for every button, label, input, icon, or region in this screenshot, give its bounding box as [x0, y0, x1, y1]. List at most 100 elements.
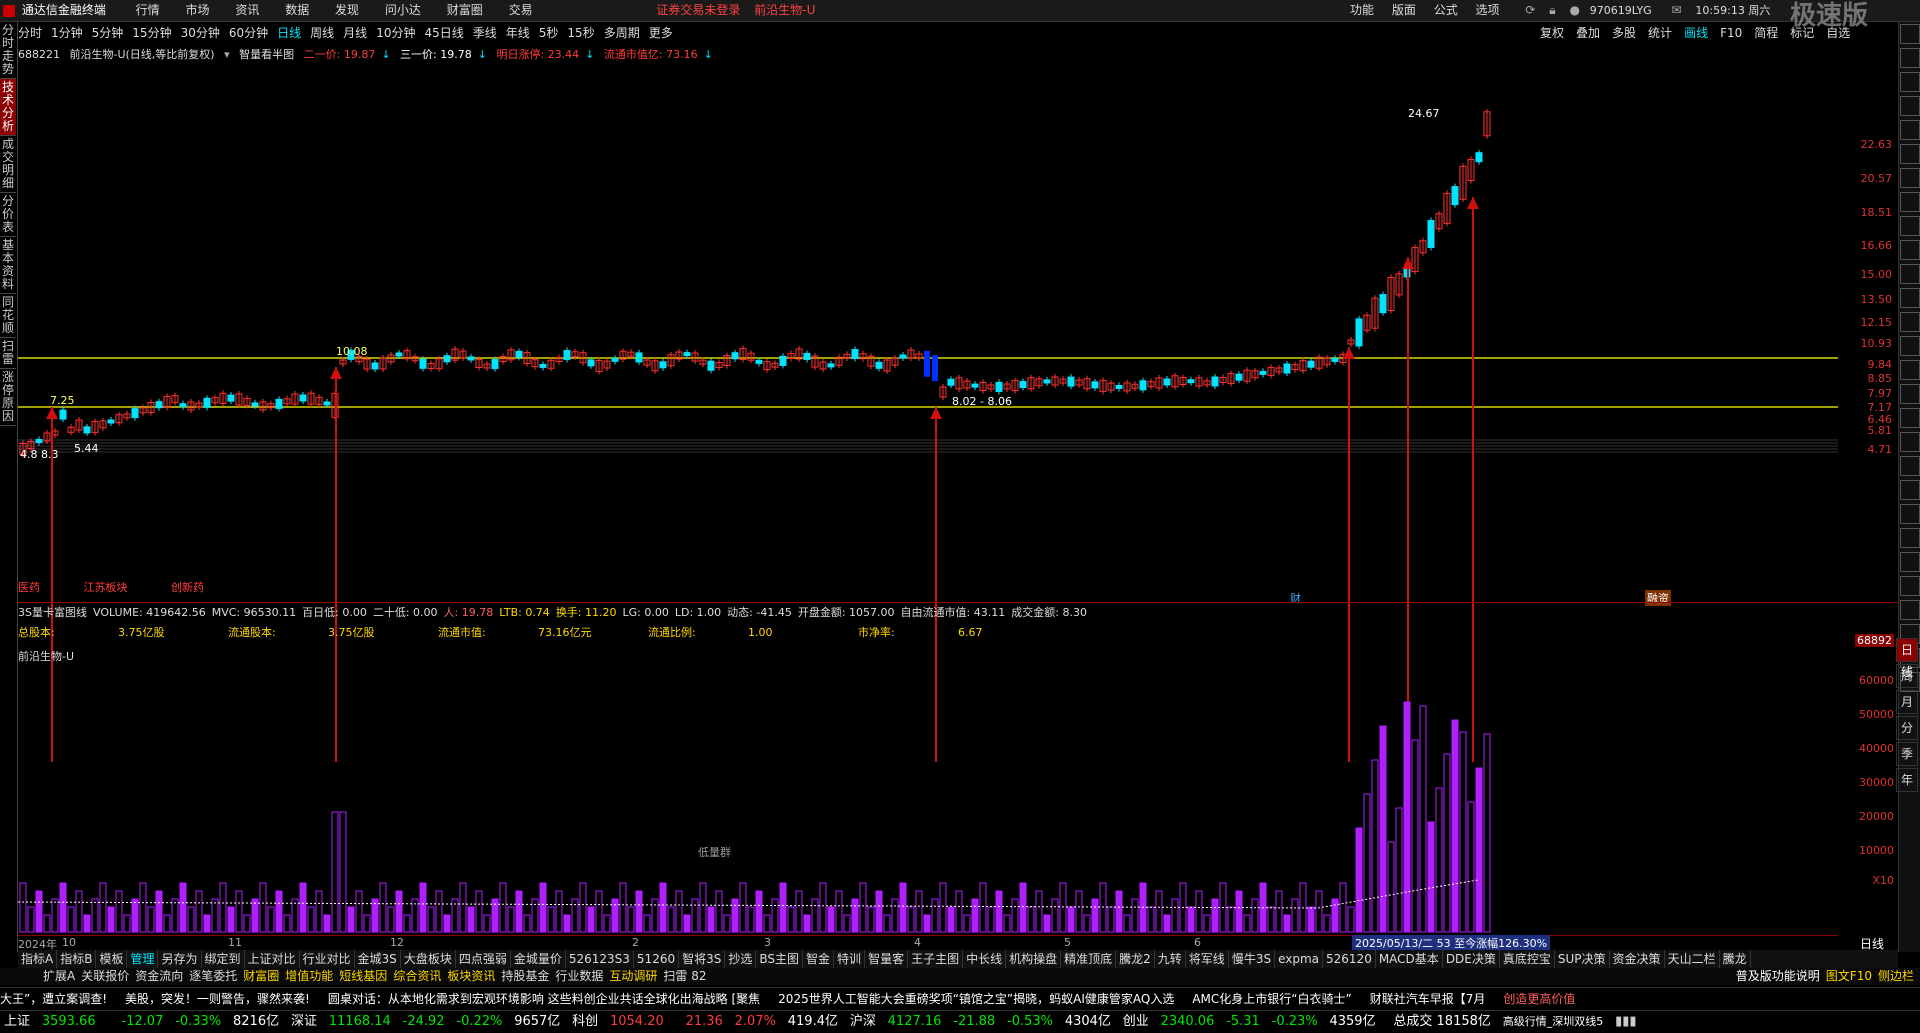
period-tab-1[interactable]: 1分钟	[51, 22, 83, 44]
formula-tab-28[interactable]: expma	[1275, 950, 1324, 968]
period-tab-16[interactable]: 更多	[649, 22, 673, 44]
formula-tab-10[interactable]: 四点强弱	[456, 950, 511, 968]
ext-tab-11[interactable]: 互动调研	[606, 968, 660, 985]
side-tool-icon-23[interactable]	[1900, 576, 1920, 596]
side-tool-icon-9[interactable]	[1900, 240, 1920, 260]
event-cai[interactable]: 财	[1290, 590, 1301, 606]
formula-tab-21[interactable]: 中长线	[963, 950, 1007, 968]
kc-index-name[interactable]: 科创	[572, 1011, 598, 1033]
side-tool-icon-7[interactable]	[1900, 192, 1920, 212]
formula-tab-7[interactable]: 行业对比	[300, 950, 355, 968]
chart-tool-6[interactable]: 简程	[1754, 22, 1778, 44]
tag-medicine[interactable]: 医药	[18, 581, 40, 594]
side-tool-icon-18[interactable]	[1900, 456, 1920, 476]
side-tool-icon-24[interactable]	[1900, 600, 1920, 620]
event-margin[interactable]: 融资	[1645, 590, 1671, 606]
menu-gongshi[interactable]: 公式	[1434, 0, 1458, 21]
ext-tab-7[interactable]: 综合资讯	[390, 968, 444, 985]
chart-tool-2[interactable]: 多股	[1612, 22, 1636, 44]
ext-tab-9[interactable]: 持股基金	[498, 968, 552, 985]
side-tool-icon-13[interactable]	[1900, 336, 1920, 356]
news-item-0[interactable]: 大王”，遭立案调查!	[0, 988, 107, 1010]
news-item-4[interactable]: AMC化身上市银行“白衣骑士”	[1192, 988, 1351, 1010]
period-tab-14[interactable]: 15秒	[567, 22, 594, 44]
ext-tab-3[interactable]: 逐笔委托	[186, 968, 240, 985]
ext-tab-12[interactable]: 扫雷 82	[660, 968, 709, 985]
side-period-5[interactable]: 年	[1896, 768, 1918, 792]
formula-tab-22[interactable]: 机构操盘	[1006, 950, 1062, 968]
period-tab-0[interactable]: 分时	[18, 22, 42, 44]
menu-banmian[interactable]: 版面	[1392, 0, 1416, 21]
formula-tab-3[interactable]: 管理	[127, 950, 159, 968]
formula-tab-13[interactable]: 51260	[634, 950, 680, 968]
side-period-4[interactable]: 季	[1896, 742, 1918, 766]
side-tool-icon-14[interactable]	[1900, 360, 1920, 380]
period-tab-10[interactable]: 45日线	[424, 22, 463, 44]
news-item-2[interactable]: 圆桌对话：从本地化需求到宏观环境影响 这些料创企业共话全球化出海战略 [聚焦	[328, 988, 760, 1010]
side-period-3[interactable]: 分	[1896, 716, 1918, 740]
side-tool-icon-15[interactable]	[1900, 384, 1920, 404]
ext-right-link-1[interactable]: 图文F10	[1823, 968, 1875, 985]
formula-tab-36[interactable]: 騰龙	[1720, 950, 1751, 968]
vtab-0[interactable]: 分时走势	[0, 22, 16, 79]
period-tab-12[interactable]: 年线	[506, 22, 530, 44]
formula-tab-8[interactable]: 金城3S	[355, 950, 401, 968]
news-item-5[interactable]: 财联社汽车早报【7月	[1370, 988, 1486, 1010]
kline-chart[interactable]: 24.677.2510.088.02 - 8.064.8 8.3 5.44	[18, 62, 1898, 762]
side-tool-icon-22[interactable]	[1900, 552, 1920, 572]
chart-tool-5[interactable]: F10	[1720, 22, 1742, 44]
formula-tab-17[interactable]: 智金	[803, 950, 835, 968]
formula-tab-33[interactable]: SUP决策	[1555, 950, 1610, 968]
sz-index-name[interactable]: 深证	[291, 1011, 317, 1033]
vtab-3[interactable]: 分价表	[0, 193, 16, 237]
vtab-4[interactable]: 基本资料	[0, 237, 16, 294]
vtab-7[interactable]: 涨停原因	[0, 369, 16, 426]
ext-tab-1[interactable]: 关联报价	[78, 968, 132, 985]
formula-tab-12[interactable]: 526123S3	[566, 950, 634, 968]
formula-tab-6[interactable]: 上证对比	[245, 950, 300, 968]
formula-tab-35[interactable]: 天山二栏	[1665, 950, 1720, 968]
period-tab-6[interactable]: 日线	[277, 22, 301, 44]
menu-hangqing[interactable]: 行情	[136, 0, 160, 21]
menu-gongneng[interactable]: 功能	[1350, 0, 1374, 21]
side-period-1[interactable]: 周	[1896, 664, 1918, 688]
login-notice[interactable]: 证券交易未登录	[656, 0, 740, 21]
formula-tab-11[interactable]: 金城量价	[511, 950, 566, 968]
menu-shichang[interactable]: 市场	[186, 0, 210, 21]
formula-tab-24[interactable]: 騰龙2	[1116, 950, 1155, 968]
formula-tab-34[interactable]: 资金决策	[1610, 950, 1665, 968]
ext-right-link-0[interactable]: 普及版功能说明	[1733, 968, 1823, 985]
side-tool-icon-19[interactable]	[1900, 480, 1920, 500]
chart-tool-7[interactable]: 标记	[1790, 22, 1814, 44]
tag-jiangsu[interactable]: 江苏板块	[84, 581, 128, 594]
side-tool-icon-11[interactable]	[1900, 288, 1920, 308]
formula-tab-26[interactable]: 将军线	[1186, 950, 1229, 968]
period-tab-3[interactable]: 15分钟	[132, 22, 171, 44]
period-tab-9[interactable]: 10分钟	[376, 22, 415, 44]
tag-innovative-drug[interactable]: 创新药	[171, 581, 204, 594]
sh-index-name[interactable]: 上证	[4, 1011, 30, 1033]
period-tab-8[interactable]: 月线	[343, 22, 367, 44]
ext-tab-4[interactable]: 财富圈	[240, 968, 282, 985]
formula-tab-1[interactable]: 指标B	[57, 950, 97, 968]
formula-tab-2[interactable]: 模板	[96, 950, 128, 968]
menu-zixun[interactable]: 资讯	[235, 0, 259, 21]
formula-tab-18[interactable]: 特训	[834, 950, 866, 968]
news-item-3[interactable]: 2025世界人工智能大会重磅奖项“镇馆之宝”揭晓，蚂蚁AI健康管家AQ入选	[778, 988, 1174, 1010]
chart-tool-1[interactable]: 叠加	[1576, 22, 1600, 44]
formula-tab-25[interactable]: 九转	[1155, 950, 1186, 968]
ext-tab-10[interactable]: 行业数据	[552, 968, 606, 985]
indicator-name[interactable]: 智量看半图	[239, 48, 294, 61]
menu-faxian[interactable]: 发现	[335, 0, 359, 21]
side-tool-icon-5[interactable]	[1900, 144, 1920, 164]
menu-jiaoyi[interactable]: 交易	[509, 0, 533, 21]
indicator-dropdown-icon[interactable]: ▾	[224, 48, 230, 61]
refresh-icon[interactable]: ⟳	[1525, 0, 1535, 21]
ext-tab-2[interactable]: 资金流向	[132, 968, 186, 985]
ext-tab-5[interactable]: 增值功能	[282, 968, 336, 985]
period-tab-5[interactable]: 60分钟	[229, 22, 268, 44]
account-id[interactable]: 970619LYG	[1590, 0, 1652, 21]
formula-tab-9[interactable]: 大盘板块	[401, 950, 456, 968]
quote-line[interactable]: 高级行情_深圳双线5	[1503, 1011, 1604, 1033]
news-item-6[interactable]: 创造更高价值	[1503, 988, 1575, 1010]
